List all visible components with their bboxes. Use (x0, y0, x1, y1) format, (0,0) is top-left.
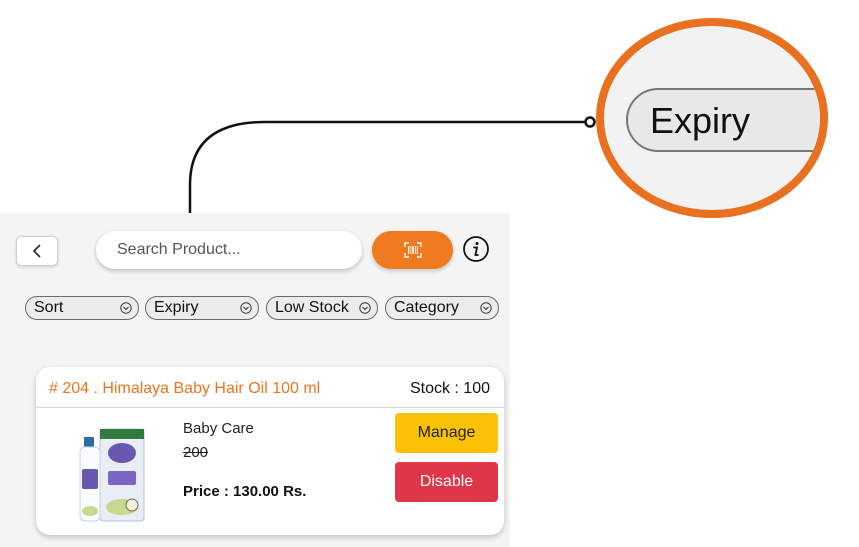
manage-button[interactable]: Manage (395, 413, 498, 453)
chevron-left-icon (32, 244, 41, 258)
product-title: # 204 . Himalaya Baby Hair Oil 100 ml (49, 380, 321, 397)
product-image (79, 428, 145, 522)
product-card-header: # 204 . Himalaya Baby Hair Oil 100 ml St… (36, 367, 504, 408)
product-category: Baby Care (183, 420, 254, 437)
expiry-filter[interactable]: Expiry (145, 296, 259, 320)
category-filter-label: Category (394, 299, 459, 316)
chevron-down-icon (359, 302, 371, 314)
scan-barcode-button[interactable] (372, 231, 453, 269)
chevron-down-icon (120, 302, 132, 314)
zoom-callout: Expiry (596, 18, 828, 218)
stock-count: Stock : 100 (409, 380, 490, 397)
chevron-down-icon (240, 302, 252, 314)
info-icon[interactable] (462, 235, 490, 263)
sort-filter-label: Sort (34, 299, 64, 316)
category-filter[interactable]: Category (385, 296, 499, 320)
low-stock-filter[interactable]: Low Stock (266, 296, 378, 320)
sort-filter[interactable]: Sort (25, 296, 139, 320)
product-card: # 204 . Himalaya Baby Hair Oil 100 ml St… (36, 367, 504, 535)
original-price: 200 (183, 444, 209, 461)
disable-button[interactable]: Disable (395, 462, 498, 502)
expiry-filter-label: Expiry (154, 299, 199, 316)
low-stock-filter-label: Low Stock (275, 299, 349, 316)
barcode-scan-icon (403, 242, 422, 258)
search-input[interactable] (96, 231, 362, 269)
sale-price: Price : 130.00 Rs. (183, 483, 307, 500)
zoom-filter-label: Expiry (650, 100, 751, 141)
chevron-down-icon (480, 302, 492, 314)
back-button[interactable] (16, 236, 58, 266)
